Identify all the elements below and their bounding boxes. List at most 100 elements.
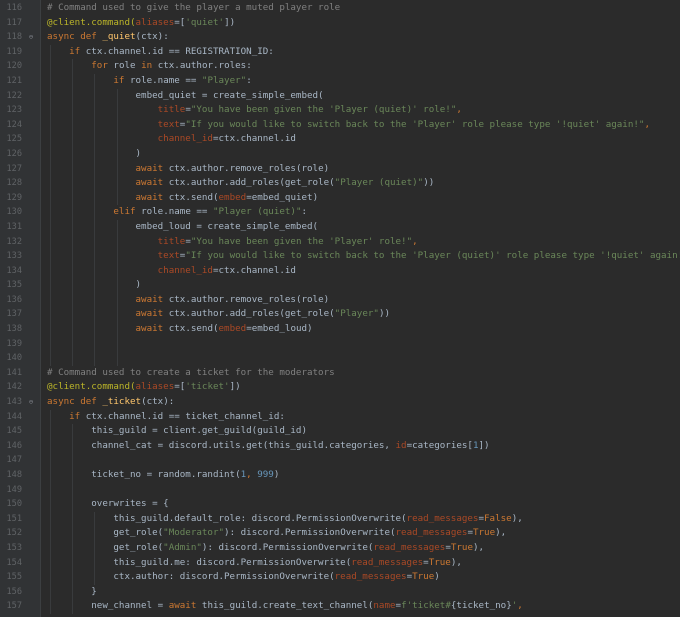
code-token: "Player (quiet)" [334,177,424,189]
code-token: elif [113,206,142,218]
code-line[interactable]: 121 if role.name == "Player": [0,74,680,89]
code-line[interactable]: 132 title="You have been given the 'Play… [0,235,680,250]
line-number: 138 [6,324,22,335]
code-line[interactable]: 118 ⊖ async def _quiet(ctx): [0,30,680,45]
code-line[interactable]: 140 [0,351,680,366]
code-token: get_role( [47,527,164,539]
code-line[interactable]: 145 this_guild = client.get_guild(guild_… [0,424,680,439]
fold-marker-icon[interactable]: ⊖ [27,33,35,41]
code-line[interactable]: 126 ) [0,147,680,162]
code-text: async def _quiet(ctx): [47,30,169,45]
code-token: @client.command( [47,16,136,28]
code-token: ), [495,527,507,539]
line-number: 143 [6,397,22,408]
code-line[interactable]: 135 ) [0,278,680,293]
code-line[interactable]: 138 await ctx.send(embed=embed_loud) [0,322,680,337]
code-line[interactable]: 124 text="If you would like to switch ba… [0,118,680,133]
code-line[interactable]: 134 channel_id=ctx.channel.id [0,264,680,279]
code-token: ) [47,147,142,159]
code-line[interactable]: 117 @client.command(aliases=['quiet']) [0,16,680,31]
code-editor[interactable]: 116 # Command used to give the player a m… [0,0,680,617]
line-number: 137 [6,309,22,320]
code-token: True [472,527,496,539]
code-token: role.name == [130,74,202,86]
code-token: =ctx.channel.id [212,264,296,276]
code-line[interactable]: 155 ctx.author: discord.PermissionOverwr… [0,570,680,585]
code-line[interactable]: 130 elif role.name == "Player (quiet)": [0,205,680,220]
line-number: 116 [6,3,22,13]
code-line[interactable]: 123 title="You have been given the 'Play… [0,103,680,118]
code-line[interactable]: 139 [0,337,680,352]
code-line[interactable]: 157 new_channel = await this_guild.creat… [0,599,680,614]
code-line[interactable]: 152 get_role("Moderator"): discord.Permi… [0,526,680,541]
code-text: this_guild = client.get_guild(guild_id) [47,424,307,439]
code-line[interactable]: 147 [0,453,680,468]
code-token: _quiet [102,31,136,43]
code-line[interactable]: 136 await ctx.author.remove_roles(role) [0,293,680,308]
code-line[interactable]: 116 # Command used to give the player a m… [0,1,680,16]
code-token: await [168,600,202,612]
code-token: # Command used to give the player a mute… [47,2,341,13]
line-number: 140 [6,353,22,364]
code-line[interactable]: 128 await ctx.author.add_roles(get_role(… [0,176,680,191]
code-line[interactable]: 150 overwrites = { [0,497,680,512]
code-line[interactable]: 127 await ctx.author.remove_roles(role) [0,162,680,177]
line-number: 134 [6,265,22,276]
code-token: if [69,45,86,57]
code-line[interactable]: 143 ⊖ async def _ticket(ctx): [0,395,680,410]
code-line[interactable]: 129 await ctx.send(embed=embed_quiet) [0,191,680,206]
code-line[interactable]: 154 this_guild.me: discord.PermissionOve… [0,556,680,571]
code-token: } [47,585,97,597]
line-number: 150 [6,499,22,510]
line-number: 148 [6,470,22,480]
code-token: text [157,250,180,262]
code-token: "Player" [334,308,379,320]
code-text: # Command used to give the player a mute… [47,1,340,16]
code-line[interactable]: 119 if ctx.channel.id == REGISTRATION_ID… [0,45,680,60]
code-line[interactable]: 144 if ctx.channel.id == ticket_channel_… [0,410,680,425]
code-line[interactable]: 125 channel_id=ctx.channel.id [0,132,680,147]
code-line[interactable]: 141 # Command used to create a ticket for… [0,366,680,381]
code-line[interactable]: 148 ticket_no = random.randint(1, 999) [0,468,680,483]
line-number: 128 [6,178,22,189]
code-line[interactable]: 146 channel_cat = discord.utils.get(this… [0,439,680,454]
code-text: overwrites = { [47,497,168,512]
code-token: await [135,308,169,320]
line-number: 156 [6,586,22,597]
code-token: read_messages [334,571,407,583]
code-text: if ctx.channel.id == ticket_channel_id: [47,410,285,425]
code-token: , [456,104,462,116]
code-line[interactable]: 153 get_role("Admin"): discord.Permissio… [0,541,680,556]
code-token: ), [450,556,462,568]
line-number: 153 [6,542,22,553]
code-line[interactable]: 137 await ctx.author.add_roles(get_role(… [0,307,680,322]
code-token: {ticket_no} [450,600,512,612]
code-text: text="If you would like to switch back t… [47,249,680,264]
code-token: name [373,600,396,612]
code-token: , [644,118,650,130]
code-line[interactable]: 120 for role in ctx.author.roles: [0,59,680,74]
code-line[interactable]: 131 embed_loud = create_simple_embed( [0,220,680,235]
line-number: 149 [6,484,22,495]
fold-marker-icon[interactable]: ⊖ [27,398,35,406]
code-line[interactable]: 149 [0,483,680,498]
code-line[interactable]: 122 embed_quiet = create_simple_embed( [0,89,680,104]
code-token: await [135,177,169,189]
code-token: title [157,235,186,247]
code-text: await ctx.author.add_roles(get_role("Pla… [47,176,435,191]
code-line[interactable]: 133 text="If you would like to switch ba… [0,249,680,264]
code-token: , [246,469,258,480]
code-line[interactable]: 151 this_guild.default_role: discord.Per… [0,512,680,527]
code-line[interactable]: 156 } [0,585,680,600]
code-token: if [69,410,86,422]
line-number: 130 [6,207,22,218]
code-token: (ctx): [141,396,175,408]
code-text: ticket_no = random.randint(1, 999) [47,468,279,483]
code-line[interactable]: 142 @client.command(aliases=['ticket']) [0,380,680,395]
